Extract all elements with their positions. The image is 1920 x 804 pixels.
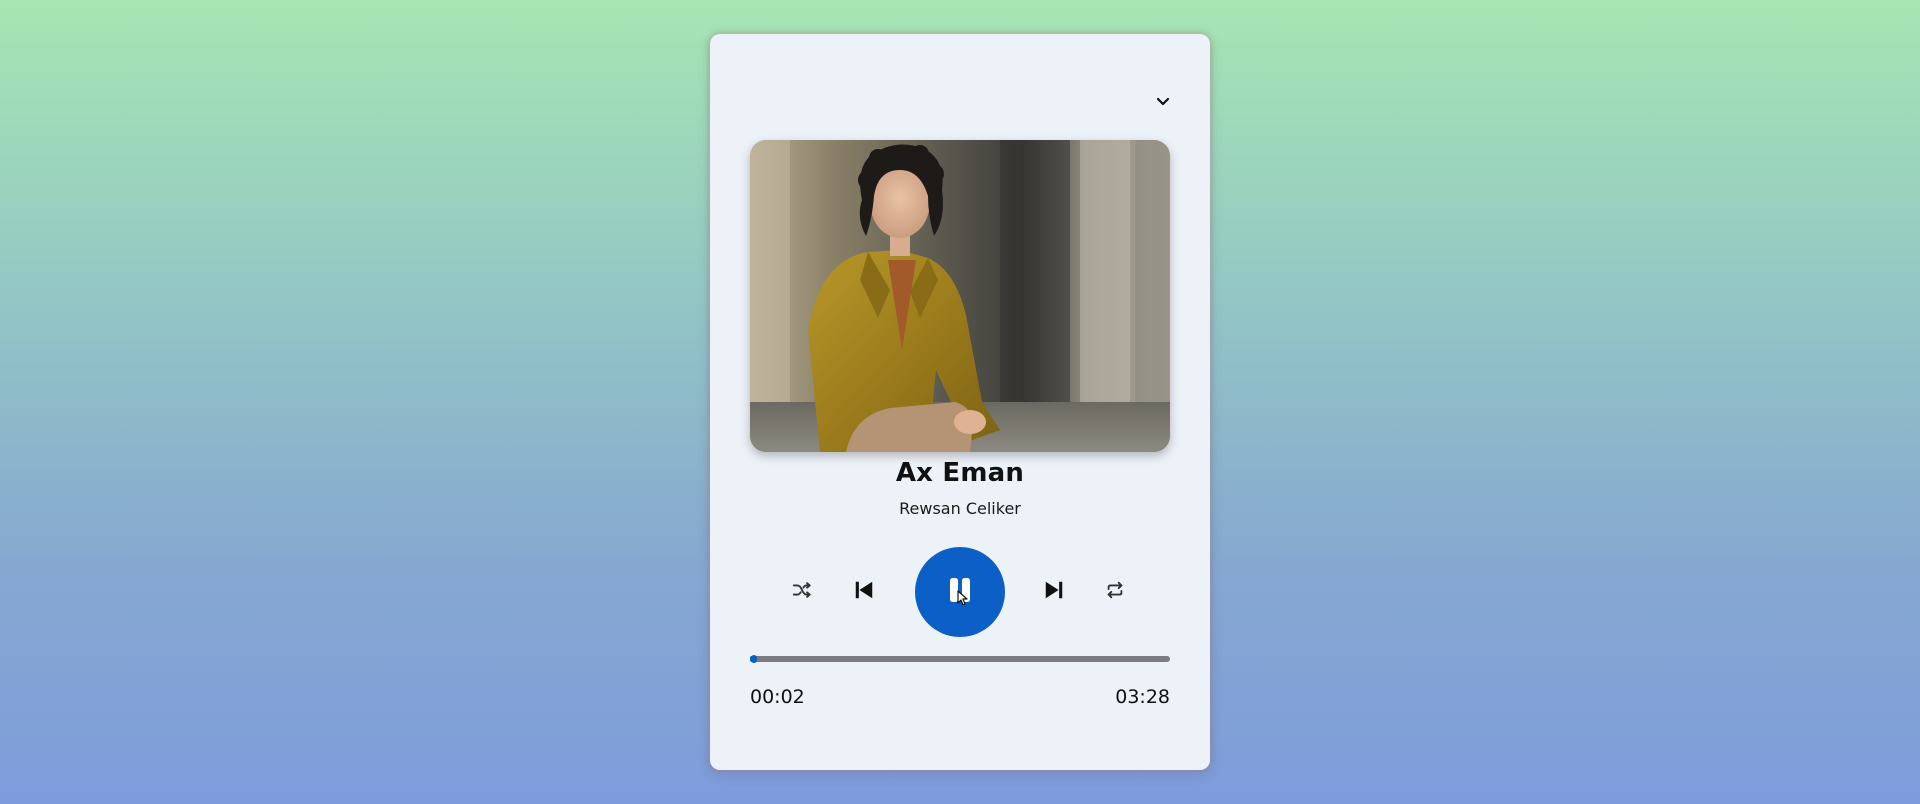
- album-artwork: [750, 140, 1170, 452]
- music-player-card: Ax Eman Rewsan Celiker 00:02 03:28: [710, 34, 1210, 770]
- total-time: 03:28: [1115, 686, 1170, 708]
- next-button[interactable]: [1042, 580, 1066, 604]
- shuffle-button[interactable]: [790, 580, 814, 604]
- repeat-button[interactable]: [1103, 580, 1127, 604]
- chevron-down-icon: [1156, 94, 1170, 112]
- play-pause-button[interactable]: [915, 547, 1005, 637]
- current-time: 00:02: [750, 686, 805, 708]
- progress-bar[interactable]: [750, 655, 1170, 663]
- artist-name: Rewsan Celiker: [899, 499, 1021, 518]
- collapse-button[interactable]: [1152, 92, 1174, 114]
- playback-controls: [710, 547, 1210, 637]
- skip-next-icon: [1043, 579, 1065, 606]
- skip-previous-icon: [853, 579, 875, 606]
- previous-button[interactable]: [852, 580, 876, 604]
- song-title: Ax Eman: [895, 458, 1025, 488]
- shuffle-icon: [791, 579, 813, 606]
- pause-icon: [945, 575, 975, 610]
- repeat-icon: [1104, 579, 1126, 606]
- progress-thumb[interactable]: [751, 655, 758, 663]
